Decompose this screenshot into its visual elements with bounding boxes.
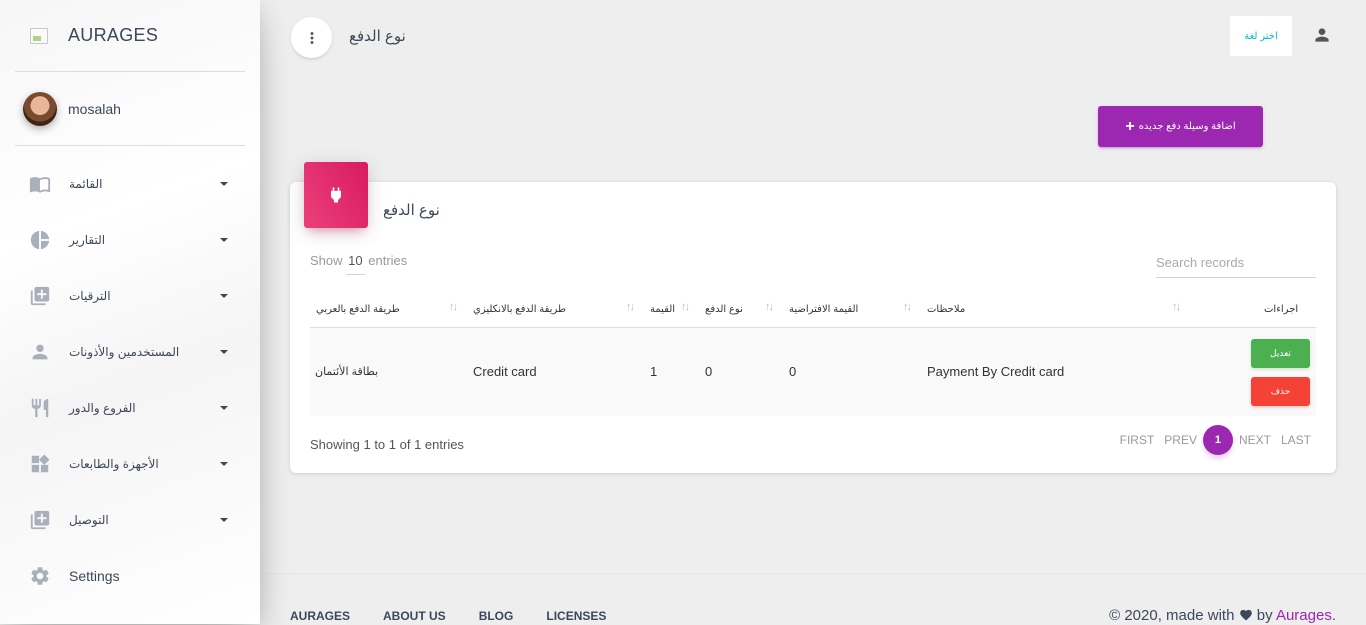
sort-icon[interactable]: ↑↓ (681, 301, 690, 313)
search-input[interactable] (1156, 247, 1316, 278)
sidebar-item-devices[interactable]: الأجهزة والطابعات (0, 436, 260, 492)
add-payment-method-button[interactable]: + اضافة وسيلة دفع جديده (1098, 106, 1263, 147)
caret-down-icon (220, 182, 228, 186)
pagination: FIRST PREV 1 NEXT LAST (1115, 425, 1316, 455)
entries-select[interactable]: 10 (346, 253, 365, 275)
sidebar-item-label: الترقيات (69, 289, 111, 303)
table-info: Showing 1 to 1 of 1 entries (310, 437, 464, 452)
caret-down-icon (220, 406, 228, 410)
pie-chart-icon (29, 229, 51, 251)
payment-types-card: نوع الدفع Show 10 entries طريقة الدفع با… (290, 162, 1336, 473)
footer: AURAGES ABOUT US BLOG LICENSES © 2020, m… (260, 573, 1366, 624)
top-navbar: نوع الدفع اختر لغة (260, 0, 1366, 80)
sort-icon[interactable]: ↑↓ (765, 301, 774, 313)
page-title: نوع الدفع (349, 28, 406, 45)
caret-down-icon (220, 462, 228, 466)
sidebar-item-promotions[interactable]: الترقيات (0, 268, 260, 324)
col-value[interactable]: القيمة (650, 304, 675, 315)
footer-link-blog[interactable]: BLOG (479, 609, 514, 623)
cell-english-name: Credit card (473, 364, 537, 379)
caret-down-icon (220, 518, 228, 522)
widgets-icon (29, 453, 51, 475)
library-add-icon (29, 509, 51, 531)
cell-notes: Payment By Credit card (927, 364, 1065, 379)
power-plug-icon (304, 162, 368, 228)
footer-link-aurages[interactable]: AURAGES (290, 609, 350, 623)
cell-arabic-name: بطاقة الأئتمان (315, 366, 379, 378)
page-current-button[interactable]: 1 (1202, 425, 1233, 455)
col-arabic-name[interactable]: طريقة الدفع بالعربي (316, 304, 400, 315)
copyright: © 2020, made with by Aurages. (1109, 607, 1336, 625)
logo-text: AURAGES (68, 25, 159, 45)
sidebar-toggle-button[interactable] (291, 17, 332, 58)
sidebar-nav: القائمة التقارير الترقيات المستخدمين وال… (0, 156, 260, 604)
copyright-by: by (1256, 607, 1273, 624)
col-notes[interactable]: ملاحظات (927, 304, 965, 315)
sidebar-item-reports[interactable]: التقارير (0, 212, 260, 268)
payment-types-table: طريقة الدفع بالعربي ↑↓ طريقة الدفع بالان… (310, 290, 1316, 416)
person-icon (29, 341, 51, 363)
user-name: mosalah (68, 100, 121, 117)
show-prefix: Show (310, 253, 343, 268)
edit-button[interactable]: تعديل (1251, 339, 1310, 368)
page-next-button[interactable]: NEXT (1234, 433, 1276, 447)
brand-link[interactable]: Aurages. (1276, 607, 1336, 624)
library-add-icon (29, 285, 51, 307)
card-title: نوع الدفع (383, 202, 440, 219)
caret-down-icon (220, 350, 228, 354)
col-english-name[interactable]: طريقة الدفع بالانكليزي (473, 304, 566, 315)
caret-down-icon (220, 238, 228, 242)
sort-icon[interactable]: ↑↓ (626, 301, 635, 313)
plus-icon: + (1125, 117, 1135, 135)
account-icon[interactable] (1312, 25, 1332, 45)
col-default-value[interactable]: القيمة الافتراضية (789, 304, 858, 315)
sidebar-item-label: الأجهزة والطابعات (69, 457, 159, 471)
footer-links: AURAGES ABOUT US BLOG LICENSES (290, 609, 639, 623)
heart-icon (1239, 608, 1253, 625)
sidebar-item-settings[interactable]: Settings (0, 548, 260, 604)
sidebar-item-menu[interactable]: القائمة (0, 156, 260, 212)
sidebar-item-label: التقارير (69, 233, 106, 247)
menu-book-icon (29, 173, 51, 195)
sidebar-item-label: المستخدمين والأذونات (69, 345, 180, 359)
restaurant-icon (29, 397, 51, 419)
sidebar-item-label: Settings (69, 568, 120, 584)
sidebar-item-branches[interactable]: الفروع والدور (0, 380, 260, 436)
avatar (23, 91, 57, 126)
cell-type: 0 (705, 364, 713, 379)
col-actions: اجراءات (1264, 304, 1299, 315)
divider (15, 145, 245, 146)
sidebar-item-label: القائمة (69, 177, 103, 191)
copyright-prefix: © 2020, made with (1109, 607, 1235, 624)
cell-default-value: 0 (789, 364, 797, 379)
more-vert-icon (310, 31, 313, 44)
delete-button[interactable]: حذف (1251, 377, 1310, 406)
page-first-button[interactable]: FIRST (1115, 433, 1160, 447)
user-profile[interactable]: mosalah (0, 72, 260, 145)
caret-down-icon (220, 294, 228, 298)
sidebar-item-delivery[interactable]: التوصيل (0, 492, 260, 548)
entries-length: Show 10 entries (310, 253, 408, 275)
sidebar-logo[interactable]: AURAGES (0, 0, 260, 71)
gear-icon (29, 565, 51, 587)
sidebar: AURAGES mosalah القائمة التقارير الترقيا… (0, 0, 260, 624)
show-suffix: entries (368, 253, 408, 268)
page-last-button[interactable]: LAST (1276, 433, 1316, 447)
add-button-label: اضافة وسيلة دفع جديده (1138, 121, 1236, 132)
sidebar-item-label: التوصيل (69, 513, 109, 527)
sidebar-item-users[interactable]: المستخدمين والأذونات (0, 324, 260, 380)
logo-image (30, 27, 48, 44)
cell-value: 1 (650, 364, 658, 379)
sidebar-item-label: الفروع والدور (69, 401, 136, 415)
table-header: طريقة الدفع بالعربي ↑↓ طريقة الدفع بالان… (310, 290, 1316, 328)
page-prev-button[interactable]: PREV (1159, 433, 1202, 447)
footer-link-licenses[interactable]: LICENSES (546, 609, 606, 623)
footer-link-about[interactable]: ABOUT US (383, 609, 446, 623)
language-button[interactable]: اختر لغة (1230, 16, 1292, 56)
sort-icon[interactable]: ↑↓ (449, 301, 458, 313)
col-type[interactable]: نوع الدفع (705, 304, 743, 315)
sort-icon[interactable]: ↑↓ (1172, 301, 1181, 313)
table-row: بطاقة الأئتمان Credit card 1 0 0 Payment… (310, 328, 1316, 416)
sort-icon[interactable]: ↑↓ (903, 301, 912, 313)
